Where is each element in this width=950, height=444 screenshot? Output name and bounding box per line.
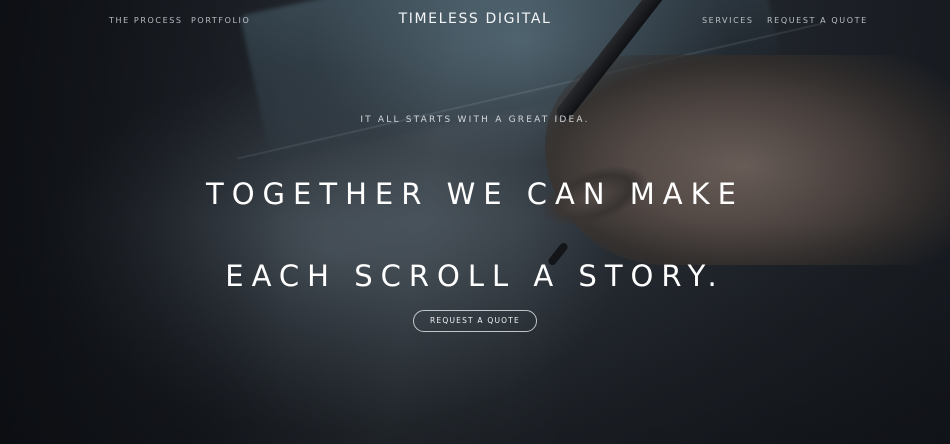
- nav-link-services[interactable]: SERVICES: [702, 16, 754, 25]
- background-hand-image: [545, 55, 950, 265]
- nav-link-request-a-quote[interactable]: REQUEST A QUOTE: [767, 16, 868, 25]
- hero-headline-line-1: TOGETHER WE CAN MAKE: [206, 177, 744, 212]
- request-quote-button[interactable]: REQUEST A QUOTE: [413, 310, 537, 332]
- hero-headline-line-2: EACH SCROLL A STORY.: [225, 259, 725, 294]
- hero-section: THE PROCESS PORTFOLIO TIMELESS DIGITAL S…: [0, 0, 950, 444]
- top-navigation: THE PROCESS PORTFOLIO TIMELESS DIGITAL S…: [0, 0, 950, 40]
- hero-tagline: IT ALL STARTS WITH A GREAT IDEA.: [360, 115, 590, 125]
